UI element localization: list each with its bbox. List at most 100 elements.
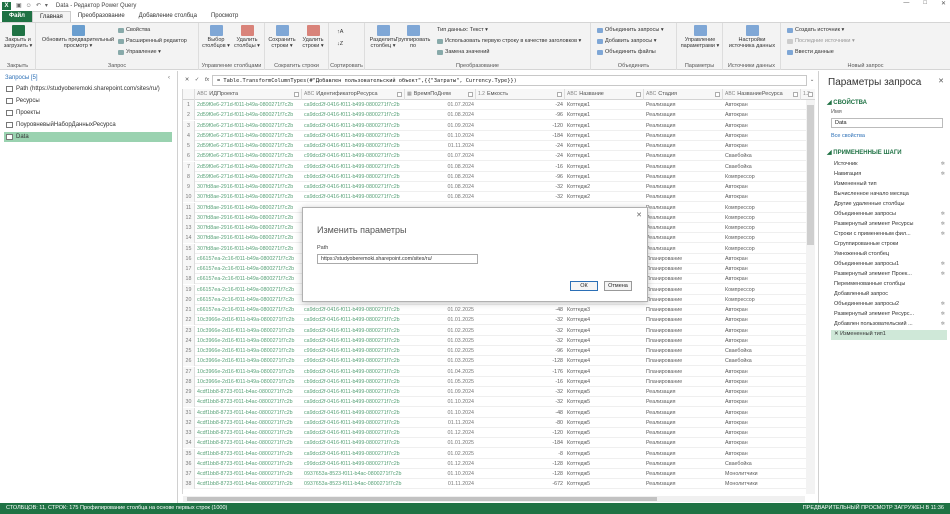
applied-step[interactable]: Измененный тип — [834, 180, 946, 190]
applied-step-label: Объединенные запросы2 — [834, 301, 900, 307]
query-item-resource-dataset[interactable]: ПоуровневыйНаборДанныхРесурса — [4, 120, 172, 130]
undo-icon[interactable]: ↶ — [36, 2, 41, 9]
properties-button[interactable]: Свойства — [118, 27, 150, 33]
horizontal-scroll-thumb[interactable] — [187, 497, 657, 501]
maximize-icon[interactable]: □ — [923, 0, 927, 7]
close-icon[interactable]: ✕ — [938, 77, 944, 85]
tab-file[interactable]: Файл — [2, 11, 32, 22]
query-name-input[interactable]: Data — [831, 118, 943, 128]
first-row-headers-button[interactable]: Использовать первую строку в качестве за… — [437, 38, 581, 44]
enter-data-label: Ввести данные — [795, 49, 834, 55]
data-type-dropdown[interactable]: Тип данных: Текст ▾ — [437, 27, 488, 33]
group-manage-columns: Выбор столбцов ▾ Удалить столбцы ▾ Управ… — [199, 23, 265, 70]
applied-step[interactable]: Вычисленное начало месяца — [834, 190, 946, 200]
applied-step[interactable]: Источник ✲ — [834, 160, 946, 170]
path-input[interactable]: https://studyoberemoki.sharepoint.com/si… — [317, 254, 478, 264]
properties-header[interactable]: ◢ СВОЙСТВА — [827, 99, 867, 106]
close-icon[interactable]: ✕ — [941, 0, 946, 7]
step-settings-gear-icon[interactable]: ✲ — [941, 210, 945, 220]
step-settings-gear-icon[interactable]: ✲ — [941, 310, 945, 320]
sort-desc-icon[interactable]: ↓Z — [337, 41, 343, 47]
close-load-button[interactable]: Закрыть и загрузить ▾ — [2, 25, 34, 49]
horizontal-scrollbar[interactable] — [183, 496, 805, 502]
new-source-button[interactable]: Создать источник ▾ — [787, 27, 844, 33]
emoji-icon[interactable]: ☺ — [26, 3, 32, 9]
cancel-button[interactable]: Отмена — [604, 281, 632, 291]
step-settings-gear-icon[interactable]: ✲ — [941, 170, 945, 180]
tab-add-column[interactable]: Добавление столбца — [132, 11, 204, 22]
applied-step[interactable]: Развернутый элемент Ресурс... ✲ — [834, 310, 946, 320]
applied-steps-header[interactable]: ◢ ПРИМЕНЕННЫЕ ШАГИ — [827, 149, 902, 156]
applied-step-label: Развернутый элемент Ресурс... — [834, 311, 915, 317]
fx-icon[interactable]: fx — [202, 77, 212, 83]
tab-view[interactable]: Просмотр — [204, 11, 245, 22]
formula-input[interactable]: = Table.TransformColumnTypes(#"Добавлен … — [212, 74, 807, 86]
applied-step[interactable]: Умноженный столбец — [834, 250, 946, 260]
query-item-resources[interactable]: Ресурсы — [4, 96, 172, 106]
data-type-label: Тип данных: Текст ▾ — [437, 27, 488, 33]
applied-step[interactable]: Объединенные запросы ✲ — [834, 210, 946, 220]
ok-button[interactable]: ОК — [570, 281, 598, 291]
remove-columns-button[interactable]: Удалить столбцы ▾ — [232, 25, 262, 49]
refresh-preview-button[interactable]: Обновить предварительный просмотр ▾ — [38, 25, 118, 49]
query-item-label: ПоуровневыйНаборДанныхРесурса — [16, 122, 116, 128]
sort-asc-icon[interactable]: ↑A — [337, 29, 343, 35]
recent-sources-button[interactable]: Последние источники ▾ — [787, 38, 855, 44]
close-icon[interactable]: ✕ — [636, 211, 642, 219]
applied-step[interactable]: Навигация ✲ — [834, 170, 946, 180]
applied-step[interactable]: Объединенные запросы1 ✲ — [834, 260, 946, 270]
step-settings-gear-icon[interactable]: ✲ — [941, 300, 945, 310]
manage-parameters-button[interactable]: Управление параметрами ▾ — [680, 25, 720, 49]
chevron-down-icon[interactable]: ▾ — [45, 2, 48, 9]
new-source-label: Создать источник ▾ — [795, 27, 845, 33]
applied-step[interactable]: Объединенные запросы2 ✲ — [834, 300, 946, 310]
data-source-settings-button[interactable]: Настройки источника данных — [726, 25, 778, 49]
applied-step[interactable]: Добавлен пользовательский ... ✲ — [834, 320, 946, 330]
manage-button[interactable]: Управление ▾ — [118, 49, 161, 55]
replace-values-button[interactable]: Замена значений — [437, 49, 489, 55]
remove-rows-button[interactable]: Удалить строки ▾ — [298, 25, 328, 49]
append-queries-button[interactable]: Добавить запросы ▾ — [597, 38, 657, 44]
merge-queries-button[interactable]: Объединить запросы ▾ — [597, 27, 664, 33]
query-item-projects[interactable]: Проекты — [4, 108, 172, 118]
applied-step[interactable]: Добавленный запрос — [834, 290, 946, 300]
minimize-icon[interactable]: — — [903, 0, 909, 7]
applied-step[interactable]: Другие удаленные столбцы — [834, 200, 946, 210]
confirm-formula-icon[interactable]: ✓ — [192, 77, 202, 83]
query-settings-pane: Параметры запроса ✕ ◢ СВОЙСТВА Имя Data … — [818, 71, 950, 503]
group-label-manage-columns: Управление столбцами — [201, 63, 262, 69]
tab-home[interactable]: Главная — [31, 11, 71, 22]
all-properties-link[interactable]: Все свойства — [831, 133, 865, 139]
step-settings-gear-icon[interactable]: ✲ — [941, 230, 945, 240]
applied-step-label: Источник — [834, 161, 858, 167]
applied-step[interactable]: ✕ Измененный тип1 — [831, 330, 947, 340]
tab-transform[interactable]: Преобразование — [71, 11, 132, 22]
keep-rows-button[interactable]: Сохранить строки ▾ — [267, 25, 297, 49]
expand-formula-icon[interactable]: ⌄ — [807, 77, 817, 83]
query-item-path[interactable]: Path (https://studyoberemoki.sharepoint.… — [4, 84, 172, 94]
save-icon[interactable]: ▣ — [16, 2, 22, 9]
applied-step[interactable]: Развернутый элемент Проек... ✲ — [834, 270, 946, 280]
applied-step-label: Объединенные запросы1 — [834, 261, 900, 267]
split-column-button[interactable]: Разделить столбец ▾ — [367, 25, 399, 49]
group-by-button[interactable]: Группировать по — [396, 25, 430, 49]
data-source-settings-label: Настройки источника данных — [728, 37, 776, 49]
step-settings-gear-icon[interactable]: ✲ — [941, 270, 945, 280]
applied-step[interactable]: Переименованные столбцы — [834, 280, 946, 290]
step-settings-gear-icon[interactable]: ✲ — [941, 220, 945, 230]
step-settings-gear-icon[interactable]: ✲ — [941, 160, 945, 170]
collapse-pane-icon[interactable]: ‹ — [168, 75, 170, 81]
choose-columns-button[interactable]: Выбор столбцов ▾ — [201, 25, 231, 49]
query-item-data[interactable]: Data — [4, 132, 172, 142]
combine-files-button[interactable]: Объединить файлы — [597, 49, 656, 55]
applied-step[interactable]: Строки с примененным фил... ✲ — [834, 230, 946, 240]
applied-step[interactable]: Сгруппированные строки — [834, 240, 946, 250]
enter-data-button[interactable]: Ввести данные — [787, 49, 834, 55]
group-label-query: Запрос — [107, 63, 127, 69]
status-bar: СТОЛБЦОВ: 11, СТРОК: 175 Профилирование … — [0, 503, 950, 514]
applied-step[interactable]: Развернутый элемент Ресурсы ✲ — [834, 220, 946, 230]
step-settings-gear-icon[interactable]: ✲ — [941, 260, 945, 270]
step-settings-gear-icon[interactable]: ✲ — [941, 320, 945, 330]
advanced-editor-button[interactable]: Расширенный редактор — [118, 38, 187, 44]
cancel-formula-icon[interactable]: ✕ — [182, 77, 192, 83]
